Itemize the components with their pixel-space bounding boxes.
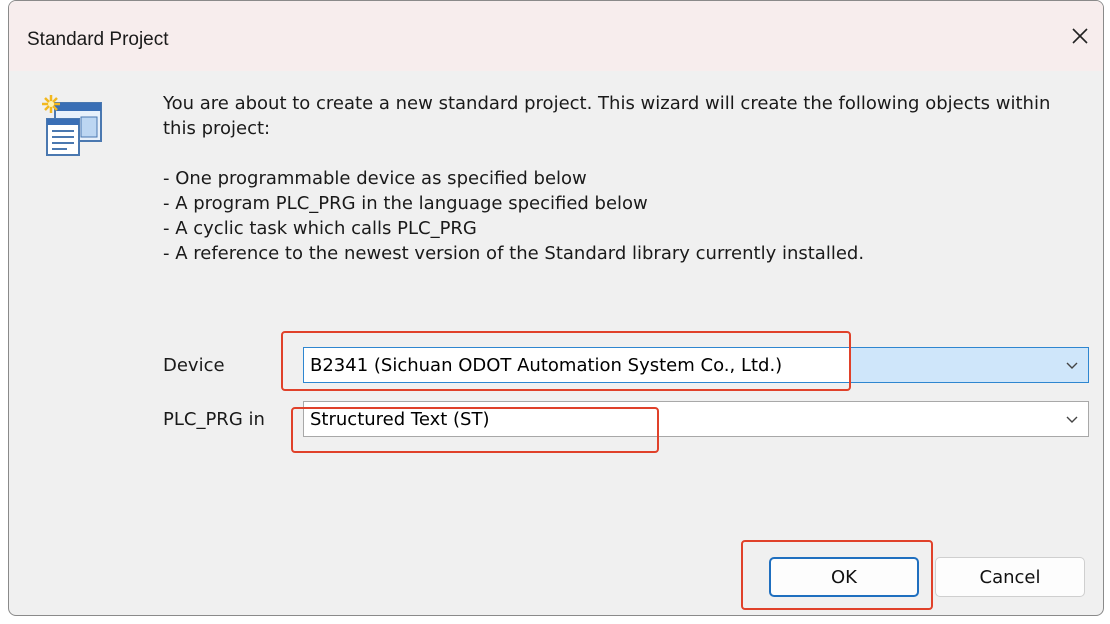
ok-button[interactable]: OK: [769, 557, 919, 597]
device-select[interactable]: B2341 (Sichuan ODOT Automation System Co…: [303, 347, 1089, 383]
chevron-down-icon: [1066, 362, 1078, 369]
list-item: - A reference to the newest version of t…: [163, 243, 865, 264]
plc-prg-language-select[interactable]: Structured Text (ST): [303, 401, 1089, 437]
close-icon: [1072, 28, 1088, 44]
list-item: - A cyclic task which calls PLC_PRG: [163, 218, 477, 239]
standard-project-dialog: Standard Project You are about to create…: [8, 0, 1104, 616]
wizard-description: You are about to create a new standard p…: [163, 91, 1063, 266]
list-item: - A program PLC_PRG in the language spec…: [163, 193, 648, 214]
chevron-down-icon: [1066, 416, 1078, 423]
device-label: Device: [163, 355, 225, 376]
plc-prg-label: PLC_PRG in: [163, 409, 265, 430]
close-button[interactable]: [1057, 1, 1103, 71]
dialog-title: Standard Project: [27, 29, 169, 50]
list-item: - One programmable device as specified b…: [163, 168, 587, 189]
title-bar: Standard Project: [9, 1, 1103, 71]
standard-project-wizard-icon: [42, 95, 102, 156]
cancel-button[interactable]: Cancel: [935, 557, 1085, 597]
device-select-value: B2341 (Sichuan ODOT Automation System Co…: [310, 354, 783, 376]
intro-text: You are about to create a new standard p…: [163, 93, 1051, 139]
plc-prg-language-value: Structured Text (ST): [310, 408, 490, 430]
